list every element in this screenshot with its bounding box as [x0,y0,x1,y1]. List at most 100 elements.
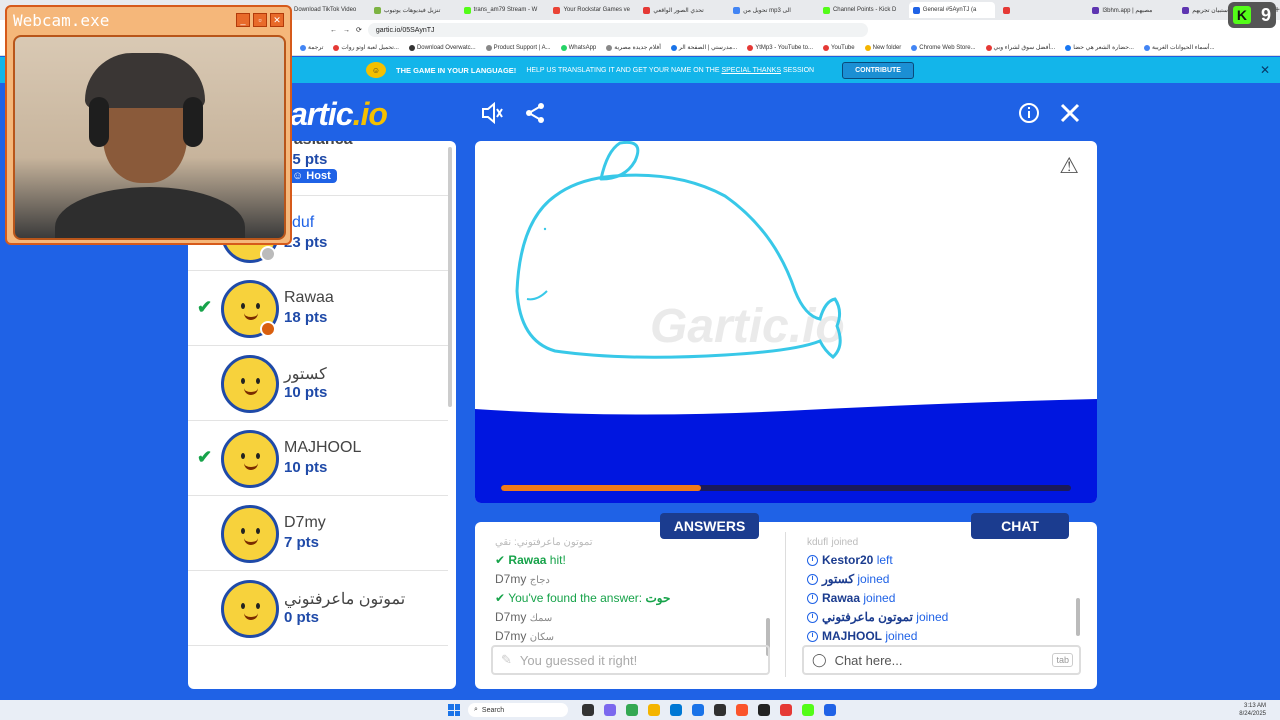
drawing-svg [475,141,1097,503]
webcam-feed [13,35,286,240]
bookmark-item[interactable]: أفلام جديدة مصرية [606,44,661,51]
task-view-icon[interactable] [582,704,594,716]
player-row[interactable]: D7my 7 pts [188,496,448,571]
browser-tab[interactable]: Your Rockstar Games ve [549,2,635,18]
contribute-button[interactable]: CONTRIBUTE [842,61,914,79]
globe-chat-icon: ☺ [366,62,387,78]
browser-tab[interactable]: Channel Points - Kick D [819,2,905,18]
discord-icon[interactable] [604,704,616,716]
tab-label: تنزيل فيديوهات يوتيوب [383,7,441,14]
close-icon[interactable]: ✕ [270,13,284,27]
brave-icon[interactable] [736,704,748,716]
bookmark-item[interactable]: Download Overwatc... [408,44,476,51]
info-icon[interactable] [1016,100,1042,126]
tab-label: Channel Points - Kick D [832,7,897,13]
search-icon: ⌕ [474,706,478,713]
bookmark-item[interactable]: أسماء الحيوانات الغريبة... [1143,44,1215,51]
bookmark-favicon-icon [1143,44,1150,51]
player-list-scrollbar[interactable] [448,147,452,407]
reload-icon[interactable]: ⟳ [356,26,362,34]
bookmark-item[interactable]: YtMp3 - YouTube to... [747,44,813,51]
tab-label: l3bhm.app | مصيهم [1102,7,1153,14]
answer-input-placeholder: You guessed it right! [519,652,638,668]
player-avatar [221,505,279,563]
answers-chat-panel: ANSWERS CHAT تموتون ماعرفتوني: نقي ✔ Rawa… [475,513,1097,689]
browser-tab[interactable]: General #5AynTJ (a [908,2,995,18]
warning-icon[interactable]: ⚠ [1059,153,1079,179]
player-name: Faslanca [284,141,352,149]
bookmark-item[interactable]: YouTube [823,44,855,51]
chrome-icon[interactable] [626,704,638,716]
browser-tab[interactable]: تحويل من mp3 الى [729,2,815,18]
banner-close-icon[interactable]: ✕ [1260,63,1270,77]
file-explorer-icon[interactable] [648,704,660,716]
answer-message: ✔ Rawaa hit! [495,553,566,567]
answer-input[interactable]: ✎ You guessed it right! [491,645,770,675]
chat-input[interactable]: ◯ Chat here... tab [802,645,1081,675]
chat-message: i MAJHOOL joined [807,627,1077,646]
bookmark-item[interactable]: Product Support | A... [485,44,551,51]
bookmark-favicon-icon [864,44,871,51]
bookmark-item[interactable]: تحميل لعبة اوتو روات... [333,44,399,51]
chat-scrollbar[interactable] [1076,598,1080,636]
speaker-icon[interactable] [480,100,506,126]
answer-message: تموتون ماعرفتوني: نقي [495,537,593,548]
taskbar-clock[interactable]: 3:13 AM 8/24/2025 [1239,702,1266,718]
browser-tab[interactable]: l3bhm.app | مصيهم [1088,2,1174,18]
browser-tab[interactable] [999,2,1085,18]
forward-icon[interactable]: → [343,27,350,34]
share-icon[interactable] [522,100,548,126]
edge-icon[interactable] [670,704,682,716]
browser-tab[interactable]: trans_am79 Stream - W [460,2,546,18]
browser-tab[interactable]: تحدي الصور الواقعي [639,2,725,18]
gartic-logo: artic.io [290,96,388,132]
tab-label: تحدي الصور الواقعي [653,7,704,14]
headphone-right [183,97,203,147]
steam-icon[interactable] [692,704,704,716]
browser-tab[interactable]: Download TikTok Video [280,2,366,18]
answer-message: D7my سكان [495,629,554,643]
special-thanks-link[interactable]: SPECIAL THANKS [721,67,781,74]
back-icon[interactable]: ← [330,27,337,34]
minimize-icon[interactable]: _ [236,13,250,27]
windows-start-icon[interactable] [448,704,460,716]
maximize-icon[interactable]: ▫ [253,13,267,27]
obs-icon[interactable] [714,704,726,716]
bookmark-item[interactable]: ترجمة [300,44,323,51]
player-row[interactable]: ✔ Rawaa 18 pts [188,271,448,346]
drawing-canvas[interactable]: Gartic.io ⚠ [475,141,1097,503]
kick-app-icon[interactable] [802,704,814,716]
clock-date: 8/24/2025 [1239,711,1266,717]
bookmark-item[interactable]: مدرستي | الصفحة الر... [670,44,737,51]
whale-mouth [526,290,548,301]
chat-message: i تموتون ماعرفتوني joined [807,608,1077,627]
webcam-window-controls: _ ▫ ✕ [236,13,284,27]
app-red-icon[interactable] [780,704,792,716]
bookmark-label: New folder [872,44,902,51]
tab-favicon-icon [1002,6,1010,14]
bookmark-item[interactable]: أفضل سوق لشراء وبي... [985,44,1055,51]
taskbar-search[interactable]: ⌕ Search [468,703,568,717]
player-status-dot [260,321,276,337]
bookmark-item[interactable]: WhatsApp [560,44,596,51]
bookmark-favicon-icon [606,44,613,51]
checkmark-icon: ✔ [197,297,213,317]
player-row[interactable]: ✔ MAJHOOL 10 pts [188,421,448,496]
bookmark-item[interactable]: New folder [864,44,902,51]
pencil-icon: ✎ [501,652,512,667]
address-input[interactable]: gartic.io/05SAynTJ [367,23,868,37]
terminal-icon[interactable] [758,704,770,716]
close-game-icon[interactable] [1057,100,1083,126]
player-row[interactable]: تموتون ماعرفتوني 0 pts [188,571,448,646]
webcam-window: Webcam.exe _ ▫ ✕ [5,5,292,245]
bookmark-item[interactable]: حضارة الشعر هي حضا... [1065,44,1134,51]
browser-tab[interactable]: تنزيل فيديوهات يوتيوب [370,2,456,18]
player-name: كستور [284,366,327,383]
chat-list: kdufl joined i Kestor20 left i كستور joined i… [807,532,1077,646]
tab-label: General #5AynTJ (a [922,7,977,13]
gartic-app-icon[interactable] [824,704,836,716]
webcam-title: Webcam.exe [13,11,110,30]
bookmark-item[interactable]: Chrome Web Store... [911,44,976,51]
bookmark-label: Download Overwatc... [416,44,476,51]
player-row[interactable]: كستور 10 pts [188,346,448,421]
